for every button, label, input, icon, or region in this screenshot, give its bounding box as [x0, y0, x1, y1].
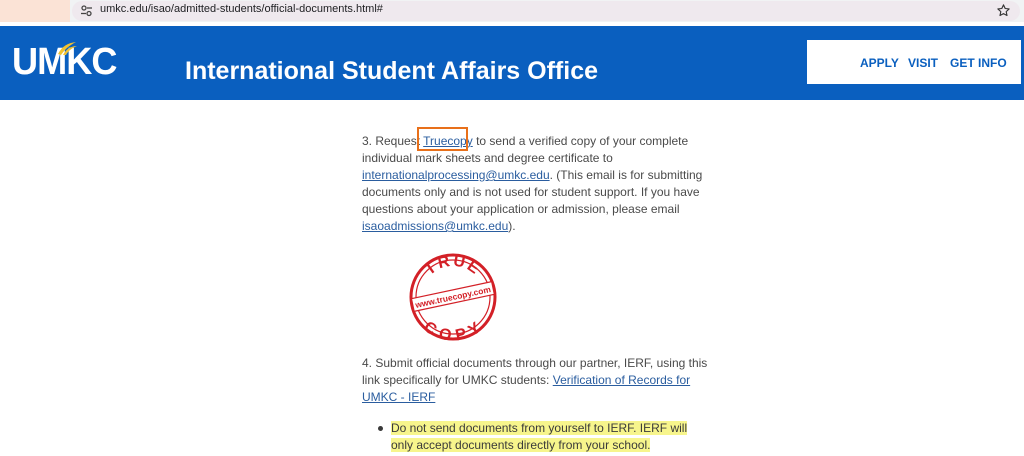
page-title: International Student Affairs Office: [185, 57, 599, 85]
step-4-paragraph: 4. Submit official documents through our…: [362, 355, 722, 406]
highlighted-warning-text: Do not send documents from yourself to I…: [391, 421, 688, 452]
nav-get-info-link[interactable]: GET INFO: [950, 56, 1007, 70]
browser-toolbar: umkc.edu/isao/admitted-students/official…: [0, 0, 1024, 22]
isao-admissions-email-link[interactable]: isaoadmissions@umkc.edu: [362, 219, 508, 233]
truecopy-seal: TRUE www.truecopy.com COPY: [409, 253, 497, 342]
logo-leaf-icon: [58, 42, 77, 55]
step-3-text: 3. Request: [362, 134, 424, 148]
annotation-highlight-box: [417, 127, 468, 151]
step-3-paragraph: 3. Request Truecopy to send a verified c…: [362, 133, 722, 235]
step-3-text: ).: [508, 219, 516, 233]
url-text[interactable]: umkc.edu/isao/admitted-students/official…: [100, 3, 383, 15]
bookmark-star-icon[interactable]: [996, 3, 1011, 18]
bullet-icon: [378, 426, 383, 431]
nav-visit-link[interactable]: VISIT: [908, 56, 938, 70]
browser-tab[interactable]: [0, 0, 70, 22]
international-processing-email-link[interactable]: internationalprocessing@umkc.edu: [362, 168, 550, 182]
site-settings-icon[interactable]: [80, 4, 93, 17]
nav-apply-link[interactable]: APPLY: [860, 56, 899, 70]
